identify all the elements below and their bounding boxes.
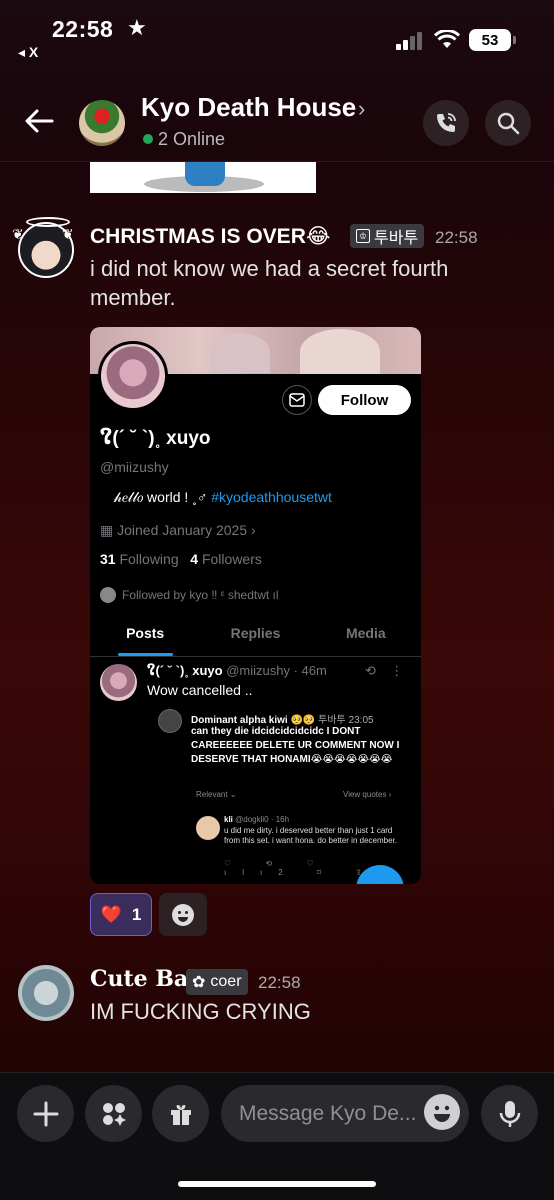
post-menu-icons: ⟲ ⋮ (365, 663, 404, 678)
online-status-dot (143, 134, 153, 144)
server-tag-label: coer (210, 973, 242, 990)
joined-date: ▦ Joined January 2025 › (100, 522, 256, 538)
microphone-icon (499, 1100, 520, 1127)
reply-handle: @dogkli0 · 16h (235, 815, 290, 824)
cell-signal-icon (396, 32, 422, 50)
bio-text: 𝒽𝑒𝓁𝓁𝑜 world ! ˳♂ (114, 489, 208, 505)
voice-message-button[interactable] (481, 1085, 538, 1142)
emoji-picker-icon[interactable] (424, 1094, 460, 1130)
message-text: IM FUCKING CRYING (90, 999, 311, 1024)
add-reaction-button[interactable] (159, 893, 207, 936)
server-tag-label: 투바투 (374, 230, 419, 247)
reply-avatar (196, 816, 220, 840)
back-arrow-icon[interactable] (22, 104, 56, 138)
image-attachment[interactable]: Follow ໃ(´ ˘ `)˳ xuyo @miizushy 𝒽𝑒𝓁𝓁𝑜 wo… (90, 327, 421, 884)
followed-by: Followed by kyo ‼ ᵋ shedtwt ıl (100, 587, 279, 603)
wing-decoration-icon: ❦ (62, 226, 74, 242)
post-text: Wow cancelled .. (147, 682, 253, 698)
followed-by-text: Followed by kyo ‼ ᵋ shedtwt ıl (122, 588, 279, 602)
call-button[interactable] (423, 100, 469, 146)
online-count: 2 Online (158, 129, 226, 149)
reply-text: u did me dirty. i deserved better than j… (224, 826, 397, 845)
tabs-divider (90, 656, 421, 657)
status-time: 22:58 (52, 16, 114, 42)
post-author-handle: @miizushy · 46m (226, 663, 327, 678)
followers-label: Followers (201, 551, 262, 567)
followers-count: 4 (190, 551, 199, 567)
tag-icon: ♔ (356, 229, 370, 243)
username[interactable]: CHRISTMAS IS OVER😂 (90, 224, 330, 249)
user-avatar[interactable] (18, 965, 74, 1021)
wing-decoration-icon: ❦ (12, 226, 24, 242)
tab-media: Media (345, 625, 386, 641)
profile-name: ໃ(´ ˘ `)˳ xuyo (100, 428, 211, 449)
heart-icon: ❤️ (100, 904, 122, 924)
post-avatar (100, 664, 137, 701)
view-quotes-link: View quotes › (343, 790, 392, 799)
reply-author-name: kli (224, 815, 233, 824)
chevron-right-icon[interactable]: › (358, 96, 365, 122)
relevant-sort: Relevant ⌄ (196, 790, 237, 799)
plus-icon (33, 1101, 58, 1126)
reply-author: kli @dogkli0 · 16h (224, 815, 289, 824)
home-indicator (178, 1181, 376, 1187)
back-to-app-link[interactable]: ◂ X (18, 44, 38, 61)
attach-button[interactable] (17, 1085, 74, 1142)
timestamp: 22:58 (258, 973, 301, 992)
apps-button[interactable] (85, 1085, 142, 1142)
mail-icon (289, 393, 305, 407)
group-avatar[interactable] (79, 100, 125, 146)
wifi-icon (434, 30, 460, 48)
quote-text: can they die idcidcidcidcidc I DONT CARE… (191, 726, 400, 765)
battery-indicator: 53 (469, 29, 516, 51)
flower-icon: ✿ (192, 974, 206, 991)
quote-author: Dominant alpha kiwi 🥺🥺 투바투 23:05 (191, 711, 374, 726)
profile-bio: 𝒽𝑒𝓁𝓁𝑜 world ! ˳♂ #kyodeathhousetwt (114, 489, 332, 506)
previous-image-attachment[interactable] (90, 162, 316, 193)
message-text: i did not know we had a secret fourth me… (90, 256, 449, 310)
star-icon: ★ (127, 15, 147, 40)
follow-counts: 31 Following 4 Followers (100, 551, 262, 567)
bio-hashtag: #kyodeathhousetwt (211, 489, 332, 505)
following-count: 31 (100, 551, 116, 567)
reaction-count: 1 (131, 904, 142, 924)
calendar-icon: ▦ (100, 522, 118, 538)
mini-avatar (100, 587, 116, 603)
gift-button[interactable] (152, 1085, 209, 1142)
heart-reaction[interactable]: ❤️ 1 (90, 893, 152, 936)
following-label: Following (119, 551, 179, 567)
post-author: ໃ(´ ˘ `)˳ xuyo @miizushy · 46m (147, 663, 327, 679)
smiley-icon (172, 903, 194, 926)
apps-icon (102, 1102, 126, 1126)
profile-avatar (98, 341, 168, 411)
server-tag[interactable]: ✿ coer (186, 969, 248, 995)
joined-text: Joined January 2025 (117, 522, 248, 538)
gift-icon (170, 1104, 191, 1125)
quote-avatar (158, 709, 182, 733)
timestamp: 22:58 (435, 228, 478, 247)
search-icon (497, 112, 520, 135)
message-button (282, 385, 312, 415)
search-button[interactable] (485, 100, 531, 146)
profile-handle: @miizushy (100, 459, 169, 475)
smiley-icon (434, 1105, 450, 1122)
tab-replies: Replies (230, 625, 281, 641)
post-author-name: ໃ(´ ˘ `)˳ xuyo (147, 663, 223, 678)
server-tag[interactable]: ♔ 투바투 (350, 224, 425, 248)
follow-button: Follow (318, 385, 411, 415)
channel-title[interactable]: Kyo Death House (141, 92, 356, 123)
phone-icon (437, 113, 456, 132)
